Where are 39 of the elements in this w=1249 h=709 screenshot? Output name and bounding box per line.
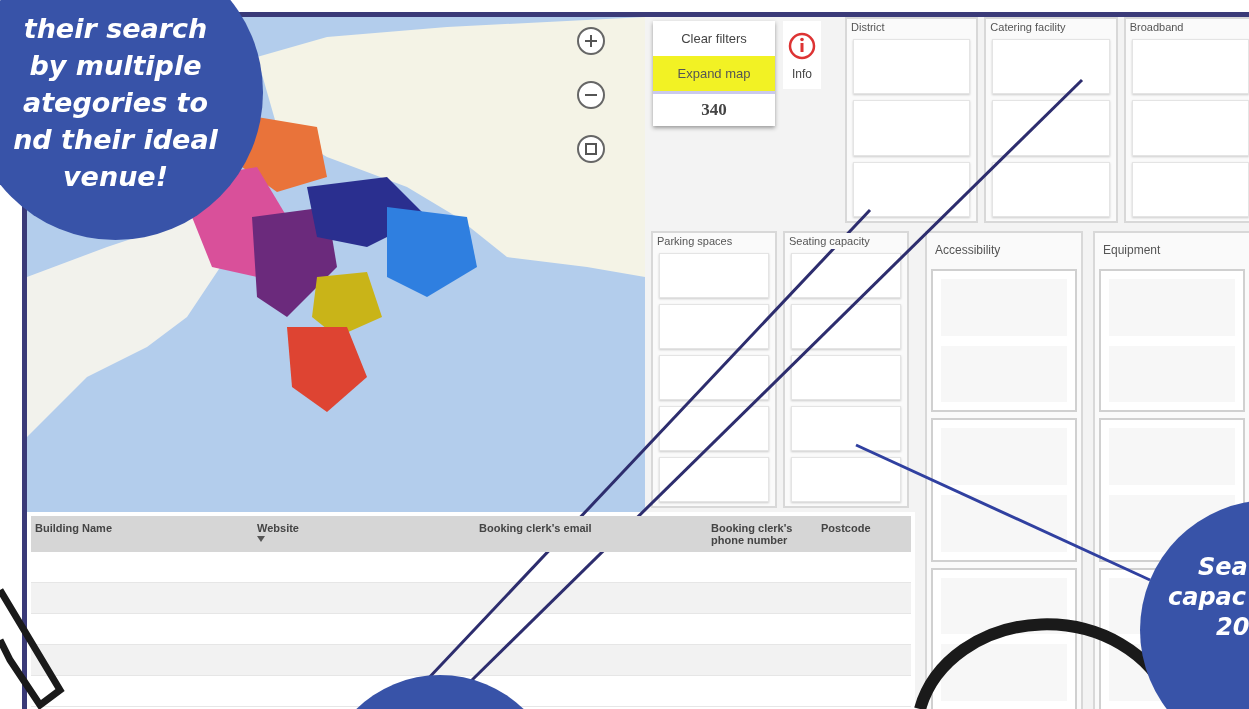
slicer-tile[interactable] (791, 304, 901, 349)
slicer-tile[interactable] (992, 161, 1110, 217)
slicer-tile[interactable] (791, 457, 901, 502)
slicer-tile[interactable] (992, 39, 1110, 95)
clear-filters-button[interactable]: Clear filters (653, 21, 775, 56)
callout-text: by multiple (29, 49, 202, 83)
slicer-tile[interactable] (791, 253, 901, 298)
slicer-tile[interactable] (791, 355, 901, 400)
slicer-tile[interactable] (659, 253, 769, 298)
slicer-tile[interactable] (1131, 39, 1249, 95)
slicer-title: Equipment (1102, 242, 1162, 259)
venue-count: 340 (653, 91, 775, 126)
slicer-tile[interactable] (659, 457, 769, 502)
slicer-tile[interactable] (1131, 100, 1249, 156)
callout-text: nd their ideal (13, 123, 218, 157)
slicer-tile[interactable] (659, 406, 769, 451)
slicer-tile[interactable] (791, 406, 901, 451)
column-header[interactable]: Website (257, 522, 471, 534)
expand-map-button[interactable]: Expand map (653, 56, 775, 91)
info-icon (787, 31, 817, 61)
slicer-tile[interactable] (941, 428, 1067, 485)
slicer-tile[interactable] (659, 355, 769, 400)
callout-text: capac (1168, 582, 1247, 612)
callout-text: Sea (1197, 552, 1248, 582)
slicer-title: Accessibility (934, 242, 1002, 259)
slicer-tile[interactable] (1131, 161, 1249, 217)
callout-text: venue! (63, 160, 168, 194)
callout-text: ategories to (22, 86, 209, 120)
slicer-tile[interactable] (992, 100, 1110, 156)
slicer-tile[interactable] (853, 39, 971, 95)
slicer-tile[interactable] (659, 304, 769, 349)
callout-text: 20 (1215, 612, 1249, 642)
slicer-tile[interactable] (941, 495, 1067, 552)
info-button[interactable]: Info (783, 21, 821, 89)
slicer-tile[interactable] (853, 161, 971, 217)
slicer-tile[interactable] (853, 100, 971, 156)
callout-text: their search (23, 12, 208, 46)
sort-icon[interactable] (257, 536, 265, 542)
slicer-tile[interactable] (941, 644, 1067, 701)
